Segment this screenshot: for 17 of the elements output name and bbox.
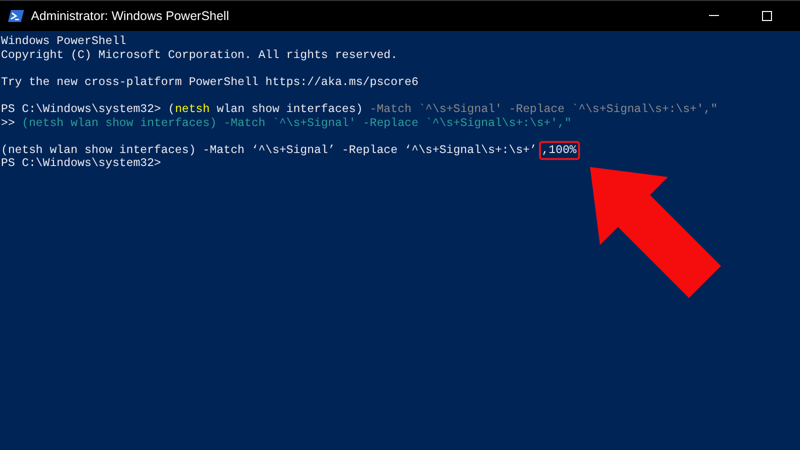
console-text: (netsh wlan show interfaces) -Match `^\s+Signal' -Replace `^\s+Signal\s+:\s+'," (22, 116, 572, 130)
console-text: PS C:\Windows\system32> (1, 157, 162, 170)
maximize-icon (762, 11, 772, 21)
minimize-icon (709, 15, 719, 17)
console-text: wlan show interfaces) (216, 102, 364, 116)
console-text: (netsh wlan show interfaces) -Match ‘^\s+Signal’ -Replace ‘^\s+Signal\s+:\s+’ (1, 144, 537, 157)
console-text: Try the new cross-platform PowerShell https://aka.ms/pscore6 (1, 76, 418, 89)
arrow-icon (588, 165, 723, 300)
console-text: Copyright (C) Microsoft Corporation. All rights reserved. (1, 48, 398, 62)
console-text: -Match `^\s+Signal' -Replace `^\s+Signal\s+:\s+'," (370, 102, 718, 116)
window-title: Administrator: Windows PowerShell (31, 9, 230, 23)
console-text: PS C:\Windows\system32> ( (1, 102, 175, 116)
console-text: netsh (174, 102, 210, 116)
console-text: >> (1, 116, 16, 130)
powershell-icon (8, 9, 24, 23)
highlighted-text: ,100% (538, 140, 580, 160)
console-text: Windows PowerShell (1, 35, 126, 48)
